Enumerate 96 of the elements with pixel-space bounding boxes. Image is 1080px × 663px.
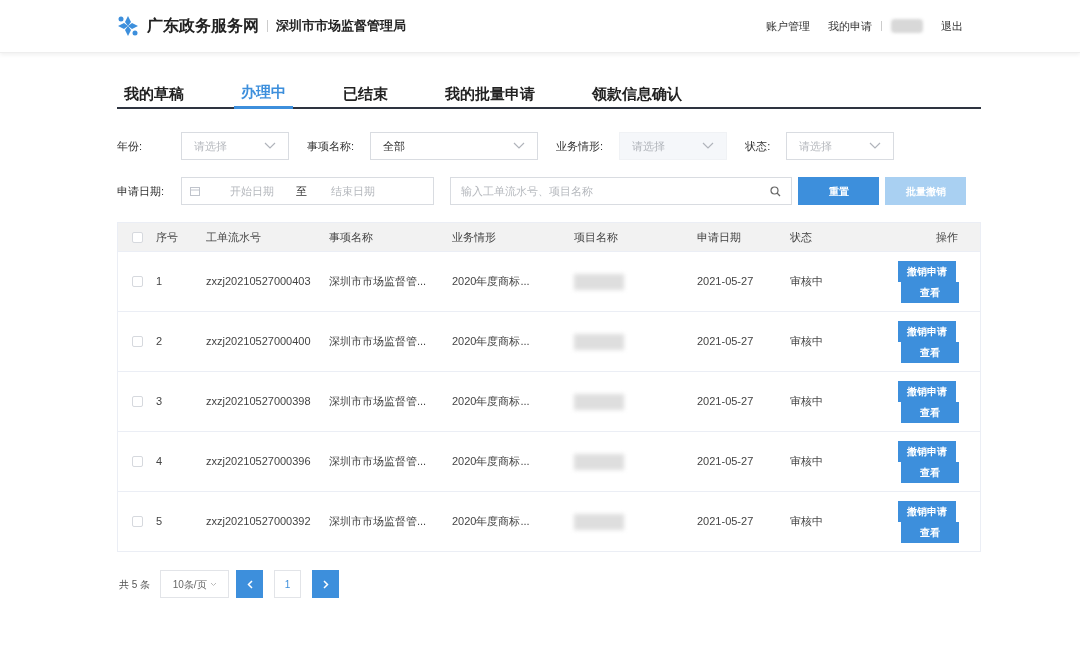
table-cell: 深圳市市场监督管...	[329, 455, 427, 468]
blurred-text	[574, 513, 624, 530]
table-cell: 2021-05-27	[697, 455, 754, 468]
row-action-button[interactable]: 查看	[901, 401, 959, 423]
table-cell: 3	[156, 395, 163, 408]
chevron-down-icon	[513, 142, 526, 150]
search-icon	[770, 185, 781, 197]
column-header: 操作	[936, 230, 958, 243]
table-cell: 2021-05-27	[697, 515, 754, 528]
checkbox[interactable]	[131, 396, 143, 407]
table-cell: zxzj20210527000403	[206, 275, 311, 288]
checkbox[interactable]	[131, 276, 143, 287]
column-header: 序号	[156, 230, 178, 243]
filter-label: 状态:	[745, 138, 771, 154]
header-link[interactable]: 我的申请	[828, 17, 872, 35]
table-cell: 审核中	[790, 275, 823, 288]
page-size-select[interactable]: 10条/页	[160, 570, 230, 598]
chevron-down-icon	[264, 142, 276, 150]
table-cell: 审核中	[790, 515, 823, 528]
department-name: 深圳市市场监督管理局	[276, 17, 406, 36]
table-cell: 2020年度商标...	[452, 515, 530, 528]
column-header: 业务情形	[452, 230, 496, 243]
chevron-down-icon	[209, 581, 217, 587]
date-range-field[interactable]: 开始日期 至 结束日期	[181, 177, 434, 205]
chevron-down-icon	[702, 142, 715, 150]
filter-label: 事项名称:	[307, 138, 355, 154]
table-cell: 2020年度商标...	[452, 395, 530, 408]
table-cell: zxzj20210527000400	[206, 335, 311, 348]
site-title: 广东政务服务网	[147, 16, 259, 36]
tab[interactable]: 领款信息确认	[585, 79, 689, 109]
select-field[interactable]: 全部	[370, 132, 539, 160]
tab[interactable]: 办理中	[234, 79, 293, 109]
column-header: 申请日期	[697, 230, 741, 243]
table-cell: 深圳市市场监督管...	[329, 335, 427, 348]
search-field[interactable]: 输入工单流水号、项目名称	[450, 177, 792, 205]
select-field[interactable]: 请选择	[181, 132, 289, 160]
table-cell: zxzj20210527000392	[206, 515, 311, 528]
total-count: 共 5 条	[119, 577, 151, 592]
filter-label: 业务情形:	[556, 138, 604, 154]
row-action-button[interactable]: 撤销申请	[898, 260, 956, 282]
previous-page-button[interactable]	[236, 570, 264, 598]
column-header: 状态	[790, 230, 812, 243]
logo-icon	[117, 15, 139, 37]
table-cell: 5	[156, 515, 163, 528]
filter-label: 申请日期:	[117, 183, 166, 199]
column-header: 工单流水号	[206, 230, 261, 243]
table-cell: 2020年度商标...	[452, 455, 530, 468]
table-cell: 审核中	[790, 455, 823, 468]
table-cell: 2021-05-27	[697, 335, 754, 348]
blurred-text	[574, 273, 624, 290]
table-cell: 深圳市市场监督管...	[329, 395, 427, 408]
tab[interactable]: 已结束	[336, 79, 395, 109]
row-action-button[interactable]: 撤销申请	[898, 380, 956, 402]
tab[interactable]: 我的批量申请	[438, 79, 542, 109]
column-header: 事项名称	[329, 230, 373, 243]
chevron-down-icon	[869, 142, 882, 150]
logout-link[interactable]: 退出	[941, 17, 963, 35]
column-header: 项目名称	[574, 230, 618, 243]
blurred-text	[574, 333, 624, 350]
row-action-button[interactable]: 查看	[901, 521, 959, 543]
chevron-right-icon	[322, 579, 329, 589]
header-link[interactable]: 账户管理	[766, 17, 810, 35]
table-cell: zxzj20210527000396	[206, 455, 311, 468]
row-action-button[interactable]: 撤销申请	[898, 500, 956, 522]
table-cell: 1	[156, 275, 163, 288]
table-cell: 深圳市市场监督管...	[329, 515, 427, 528]
blurred-avatar	[891, 19, 923, 33]
row-action-button[interactable]: 撤销申请	[898, 320, 956, 342]
row-action-button[interactable]: 撤销申请	[898, 440, 956, 462]
checkbox[interactable]	[131, 516, 143, 527]
table-cell: 2020年度商标...	[452, 335, 530, 348]
table-cell: 2021-05-27	[697, 395, 754, 408]
table-cell: 审核中	[790, 395, 823, 408]
checkbox[interactable]	[131, 336, 143, 347]
blurred-text	[574, 453, 624, 470]
next-page-button[interactable]	[312, 570, 340, 598]
table-cell: 2	[156, 335, 163, 348]
select-field[interactable]: 请选择	[786, 132, 895, 160]
row-action-button[interactable]: 查看	[901, 461, 959, 483]
page-button[interactable]: 1	[274, 570, 302, 598]
filter-label: 年份:	[117, 138, 144, 154]
table-cell: 深圳市市场监督管...	[329, 275, 427, 288]
action-button[interactable]: 重置	[798, 177, 879, 205]
row-action-button[interactable]: 查看	[901, 281, 959, 303]
tab[interactable]: 我的草稿	[117, 79, 191, 109]
table-cell: 4	[156, 455, 163, 468]
table-cell: zxzj20210527000398	[206, 395, 311, 408]
checkbox[interactable]	[131, 456, 143, 467]
table-cell: 审核中	[790, 335, 823, 348]
checkbox[interactable]	[131, 231, 143, 243]
calendar-icon	[190, 186, 200, 196]
table-cell: 2020年度商标...	[452, 275, 530, 288]
table-cell: 2021-05-27	[697, 275, 754, 288]
chevron-left-icon	[246, 579, 253, 589]
blurred-text	[574, 393, 624, 410]
row-action-button[interactable]: 查看	[901, 341, 959, 363]
